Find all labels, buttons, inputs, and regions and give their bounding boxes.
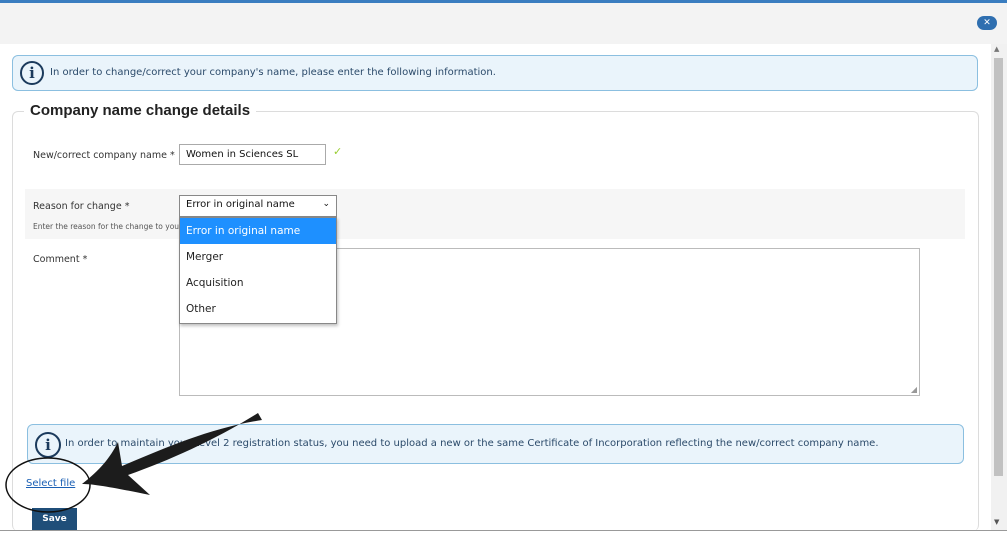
reason-select[interactable]: Error in original name ⌄ [179,195,337,217]
dropdown-option[interactable]: Error in original name [180,218,336,244]
chevron-down-icon: ⌄ [322,199,330,209]
company-name-label: New/correct company name * [33,150,175,161]
dropdown-option[interactable]: Acquisition [180,270,336,296]
dropdown-option[interactable]: Merger [180,244,336,270]
resize-grip-icon[interactable]: ◢ [911,385,917,394]
company-name-input[interactable] [179,144,326,165]
reason-row [25,189,965,239]
save-button[interactable]: Save [32,508,77,530]
reason-dropdown-list: Error in original name Merger Acquisitio… [179,217,337,324]
dialog-titlebar [0,3,1007,44]
checkmark-icon: ✓ [333,145,343,158]
scroll-down-arrow-icon[interactable]: ▼ [994,518,999,526]
close-button[interactable]: ✕ [977,16,997,30]
select-file-link[interactable]: Select file [26,478,75,489]
info-banner-text: In order to change/correct your company'… [50,67,496,78]
dropdown-option[interactable]: Other [180,296,336,322]
bottom-area [0,531,1007,538]
comment-label: Comment * [33,254,88,265]
scrollbar-thumb[interactable] [994,58,1003,476]
reason-label: Reason for change * [33,201,130,212]
section-title: Company name change details [24,102,257,119]
info-banner-top: i In order to change/correct your compan… [12,55,978,91]
info-icon: i [20,61,44,85]
scroll-up-arrow-icon[interactable]: ▲ [994,45,999,53]
info-banner-bottom: i In order to maintain your Level 2 regi… [27,424,964,464]
info-banner-text: In order to maintain your Level 2 regist… [65,438,879,449]
reason-selected-value: Error in original name [186,199,295,210]
info-icon: i [35,432,61,458]
reason-hint: Enter the reason for the change to your [33,222,183,231]
